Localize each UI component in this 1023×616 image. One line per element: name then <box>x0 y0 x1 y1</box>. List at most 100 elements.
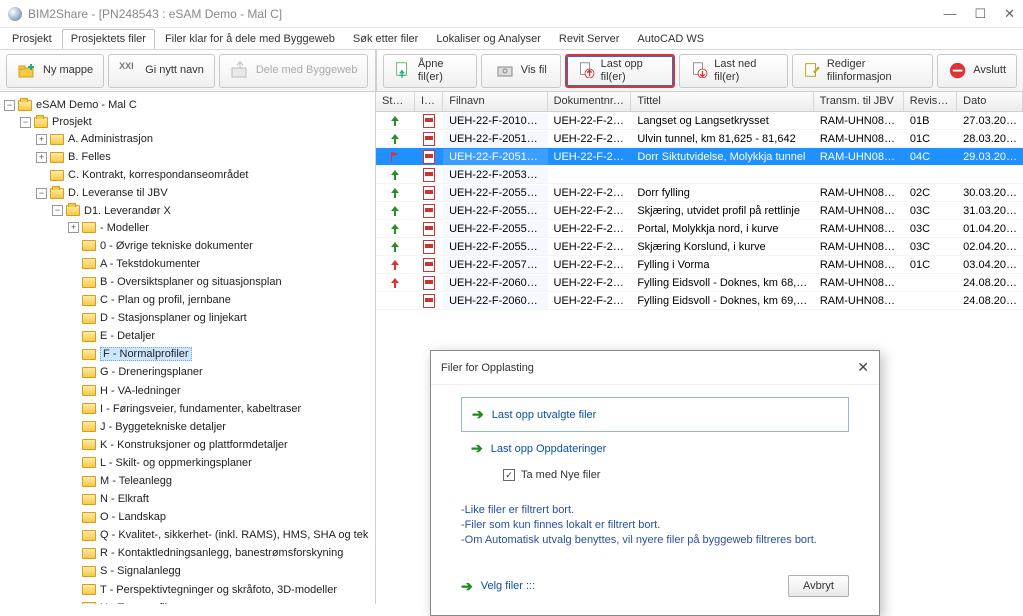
tree-d1[interactable]: D1. Leverandør X <box>84 205 171 217</box>
cell-tittel: Ulvin tunnel, km 81,625 - 81,642 <box>631 131 814 147</box>
tree-root[interactable]: eSAM Demo - Mal C <box>36 99 137 111</box>
tree-item[interactable]: N - Elkraft <box>100 493 149 505</box>
cell-filnavn: UEH-22-F-20518.pdf <box>443 149 547 165</box>
window-close-button[interactable]: ✕ <box>1004 6 1015 22</box>
app-logo-icon <box>8 7 22 21</box>
menu-filer-klar[interactable]: Filer klar for å dele med Byggeweb <box>157 30 343 48</box>
tree-node[interactable]: D. Leveranse til JBV <box>68 188 168 200</box>
table-row[interactable]: UEH-22-F-20601.pdfUEH-22-F-20601Fylling … <box>376 274 1023 292</box>
tree-item[interactable]: M - Teleanlegg <box>100 475 172 487</box>
download-files-button[interactable]: Last ned fil(er) <box>679 54 788 88</box>
choose-files-action[interactable]: ➔ Velg filer ::: <box>461 572 535 601</box>
table-row[interactable]: UEH-22-F-20101.pdfUEH-22-F-20101Langset … <box>376 112 1023 130</box>
upload-files-button[interactable]: Last opp fil(er) <box>565 54 676 88</box>
close-button[interactable]: Avslutt <box>937 54 1017 88</box>
tree-item[interactable]: B - Oversiktsplaner og situasjonsplan <box>100 276 282 288</box>
tree-expander[interactable]: + <box>36 152 47 163</box>
tree-item[interactable]: O - Landskap <box>100 511 166 523</box>
new-folder-button[interactable]: Ny mappe <box>6 54 104 88</box>
table-row[interactable]: UEH-22-F-20557.pdfUEH-22-F-20557Portal, … <box>376 220 1023 238</box>
upload-selected-action[interactable]: ➔ Last opp utvalgte filer <box>461 397 849 432</box>
edit-fileinfo-button[interactable]: Rediger filinformasjon <box>792 54 933 88</box>
table-row[interactable]: UEH-22-F-20550.pdfUEH-22-F-20550Dorr fyl… <box>376 184 1023 202</box>
open-files-button[interactable]: Åpne fil(er) <box>383 54 477 88</box>
tree-item[interactable]: T - Perspektivtegninger og skråfoto, 3D-… <box>100 584 337 596</box>
view-file-button[interactable]: Vis fil <box>481 54 561 88</box>
grid-body[interactable]: UEH-22-F-20101.pdfUEH-22-F-20101Langset … <box>376 112 1023 310</box>
window-titlebar: BIM2Share - [PN248543 : eSAM Demo - Mal … <box>0 0 1023 28</box>
tree-item[interactable]: A - Tekstdokumenter <box>100 258 200 270</box>
menu-prosjekt[interactable]: Prosjekt <box>4 30 60 48</box>
tree-item[interactable]: G - Dreneringsplaner <box>100 367 203 379</box>
cell-dato: 28.03.2016 <box>957 131 1023 147</box>
tree-item[interactable]: C - Plan og profil, jernbane <box>100 294 231 306</box>
table-row[interactable]: UEH-22-F-20532.pdf <box>376 166 1023 184</box>
tree-modeller[interactable]: - Modeller <box>100 222 149 234</box>
cell-transm: RAM-UHN08-0089 <box>814 257 904 273</box>
cell-icon <box>415 112 443 130</box>
col-header-tittel[interactable]: Tittel <box>631 92 813 111</box>
menu-lokaliser-analyser[interactable]: Lokaliser og Analyser <box>428 30 549 48</box>
rename-button[interactable]: XXI Gi nytt navn <box>108 54 215 88</box>
choose-files-label: Velg filer ::: <box>481 580 535 592</box>
col-header-transm[interactable]: Transm. til JBV <box>814 92 904 111</box>
cell-dokumentnr: UEH-22-F-20571 <box>548 257 632 273</box>
cell-dato: 03.04.2016 <box>957 257 1023 273</box>
col-header-dokumentnr[interactable]: Dokumentnr. ▲ <box>548 92 632 111</box>
tree-expander[interactable]: + <box>36 134 47 145</box>
cancel-button[interactable]: Avbryt <box>788 575 849 597</box>
tree-item[interactable]: J - Byggetekniske detaljer <box>100 421 226 433</box>
tree-expander[interactable]: − <box>20 117 31 128</box>
tree-item[interactable]: L - Skilt- og oppmerkingsplaner <box>100 457 252 469</box>
tree-item[interactable]: Q - Kvalitet-, sikkerhet- (inkl. RAMS), … <box>100 529 368 541</box>
tree-item[interactable]: E - Detaljer <box>100 330 155 342</box>
col-header-filnavn[interactable]: Filnavn <box>443 92 547 111</box>
col-header-revisjon[interactable]: Revisjon <box>904 92 957 111</box>
table-row[interactable]: UEH-22-F-20515.pdfUEH-22-F-20515Ulvin tu… <box>376 130 1023 148</box>
tree-item[interactable]: S - Signalanlegg <box>100 566 181 578</box>
tree-item-selected[interactable]: F - Normalprofiler <box>100 347 192 361</box>
share-byggeweb-button[interactable]: Dele med Byggeweb <box>219 54 369 88</box>
tree-item[interactable]: H - VA-ledninger <box>100 385 181 397</box>
dialog-close-button[interactable]: ✕ <box>857 359 869 376</box>
table-row[interactable]: UEH-22-F-20571.pdfUEH-22-F-20571Fylling … <box>376 256 1023 274</box>
menu-autocad-ws[interactable]: AutoCAD WS <box>629 30 712 48</box>
tree-expander[interactable]: − <box>4 100 15 111</box>
folder-icon <box>82 385 96 396</box>
menu-prosjektets-filer[interactable]: Prosjektets filer <box>62 29 155 49</box>
upload-updates-action[interactable]: ➔ Last opp Oppdateringer <box>461 432 849 465</box>
include-new-files-checkbox[interactable]: ✓ <box>503 469 515 481</box>
col-header-dato[interactable]: Dato <box>957 92 1023 111</box>
tree-expander[interactable]: − <box>36 188 47 199</box>
folder-tree[interactable]: −eSAM Demo - Mal C −Prosjekt +A. Adminis… <box>0 92 376 604</box>
rename-label: Gi nytt navn <box>145 64 204 76</box>
tree-item[interactable]: R - Kontaktledningsanlegg, banestrømsfor… <box>100 547 343 559</box>
window-minimize-button[interactable]: — <box>943 6 956 22</box>
tree-item[interactable]: 0 - Øvrige tekniske dokumenter <box>100 240 253 252</box>
cell-dokumentnr: UEH-22-F-20515 <box>548 131 632 147</box>
tree-node[interactable]: C. Kontrakt, korrespondanseområdet <box>68 169 248 181</box>
table-row[interactable]: UEH-22-F-20559.pdfUEH-22-F-20559Skjæring… <box>376 238 1023 256</box>
edit-fileinfo-icon <box>803 61 821 81</box>
tree-item[interactable]: I - Føringsveier, fundamenter, kabeltras… <box>100 403 301 415</box>
table-row[interactable]: UEH-22-F-20602.pdfUEH-22-F-20602Fylling … <box>376 292 1023 310</box>
download-files-label: Last ned fil(er) <box>714 58 777 82</box>
folder-icon <box>82 530 96 541</box>
tree-node[interactable]: B. Felles <box>68 151 111 163</box>
cell-transm <box>814 173 904 177</box>
tree-expander[interactable]: + <box>68 222 79 233</box>
tree-prosjekt[interactable]: Prosjekt <box>52 116 92 128</box>
menu-sok-etter-filer[interactable]: Søk etter filer <box>345 30 426 48</box>
window-maximize-button[interactable]: ☐ <box>974 6 986 22</box>
menu-revit-server[interactable]: Revit Server <box>551 30 628 48</box>
tree-item[interactable]: D - Stasjonsplaner og linjekart <box>100 312 247 324</box>
table-row[interactable]: UEH-22-F-20553.pdfUEH-22-F-20553Skjæring… <box>376 202 1023 220</box>
col-header-status[interactable]: Status <box>376 92 415 111</box>
tree-node[interactable]: A. Administrasjon <box>68 133 153 145</box>
tree-expander[interactable]: − <box>52 205 63 216</box>
status-icon <box>389 223 401 235</box>
col-header-icon[interactable]: Icon <box>415 92 443 111</box>
table-row[interactable]: UEH-22-F-20518.pdfUEH-22-F-20518Dorr Sik… <box>376 148 1023 166</box>
tree-item[interactable]: K - Konstruksjoner og plattformdetaljer <box>100 439 288 451</box>
cell-tittel: Skjæring Korslund, i kurve <box>631 239 814 255</box>
